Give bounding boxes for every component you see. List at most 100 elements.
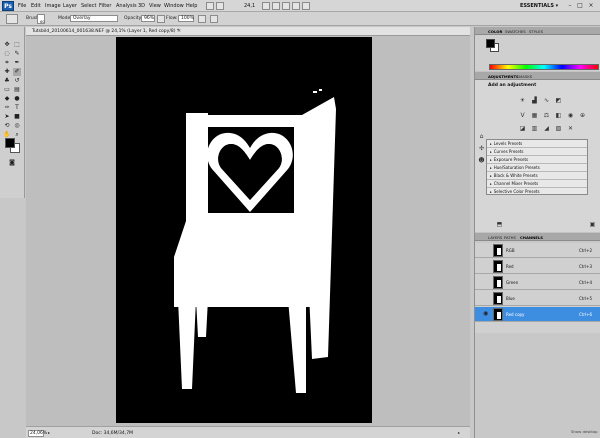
hand-tool-icon[interactable] [262, 2, 270, 10]
channel-row[interactable]: ◉ Red copy Ctrl+6 [475, 307, 600, 322]
document-close-icon[interactable]: × [177, 28, 181, 34]
brightness-contrast-icon[interactable]: ☀ [518, 96, 527, 105]
preset-curves[interactable]: ▸ Curves Presets [487, 148, 587, 156]
brush-tool-icon[interactable]: ✐ [13, 68, 21, 76]
tab-adjustments[interactable]: ADJUSTMENTS [488, 74, 519, 79]
opacity-pressure-icon[interactable] [157, 15, 165, 23]
channel-row[interactable]: Blue Ctrl+5 [475, 291, 600, 306]
eraser-tool-icon[interactable]: ▭ [3, 86, 11, 94]
menu-image[interactable]: Image [45, 3, 61, 9]
gradient-tool-icon[interactable]: ▤ [13, 86, 21, 94]
vibrance-icon[interactable]: V [518, 111, 527, 120]
menu-analysis[interactable]: Analysis [116, 3, 137, 9]
posterize-icon[interactable]: ▥ [530, 124, 539, 133]
close-icon[interactable]: × [587, 2, 595, 9]
visibility-eye-icon[interactable] [483, 279, 489, 285]
selective-color-icon[interactable]: ✕ [566, 124, 575, 133]
color-foreground-swatch[interactable] [486, 39, 495, 48]
opacity-input[interactable]: 96% [141, 15, 155, 22]
zoom-field[interactable]: 24,06% [28, 430, 47, 437]
eyedropper-tool-icon[interactable]: ✒ [13, 59, 21, 67]
scroll-arrow-icon[interactable]: ▸ [456, 429, 462, 437]
rotate-view-icon[interactable] [282, 2, 290, 10]
zoom-tool-icon[interactable] [272, 2, 280, 10]
document-tab[interactable]: Tutsbild_20100614_001638.NEF @ 24,1% (La… [26, 27, 470, 36]
panel-footer-icon-2[interactable]: ▣ [588, 220, 597, 229]
preset-selective-color[interactable]: ▸ Selective Color Presets [487, 188, 587, 196]
blur-tool-icon[interactable]: ◆ [3, 95, 11, 103]
preset-hue-saturation[interactable]: ▸ Hue/Saturation Presets [487, 164, 587, 172]
visibility-eye-icon[interactable]: ◉ [483, 311, 489, 317]
menu-view[interactable]: View [149, 3, 161, 9]
shape-tool-icon[interactable]: ■ [13, 113, 21, 121]
tab-swatches[interactable]: SWATCHES [505, 29, 526, 34]
tab-layers[interactable]: LAYERS [488, 235, 502, 240]
invert-icon[interactable]: ◪ [518, 124, 527, 133]
exposure-icon[interactable]: ◩ [554, 96, 563, 105]
panel-footer-icon-1[interactable]: ⬒ [495, 220, 504, 229]
minimize-icon[interactable]: – [566, 2, 574, 9]
menu-layer[interactable]: Layer [63, 3, 77, 9]
canvas[interactable] [116, 37, 372, 423]
color-spectrum[interactable] [489, 64, 599, 70]
menu-window[interactable]: Window [164, 3, 184, 9]
channel-row[interactable]: Green Ctrl+4 [475, 275, 600, 290]
tab-channels[interactable]: CHANNELS [520, 235, 543, 240]
healing-brush-tool-icon[interactable]: ✚ [3, 68, 11, 76]
flow-input[interactable]: 100% [178, 15, 194, 22]
photo-filter-icon[interactable]: ◉ [566, 111, 575, 120]
panel-side-icon-2[interactable]: ✣ [477, 144, 486, 153]
preset-levels[interactable]: ▸ Levels Presets [487, 140, 587, 148]
tab-color[interactable]: COLOR [488, 29, 502, 34]
channel-mixer-icon[interactable]: ⊕ [578, 111, 587, 120]
mode-select[interactable]: Overlay [70, 15, 118, 22]
menu-help[interactable]: Help [186, 3, 197, 9]
quick-mask-icon[interactable]: ◙ [8, 159, 16, 167]
menu-select[interactable]: Select [81, 3, 96, 9]
menu-edit[interactable]: Edit [31, 3, 41, 9]
maximize-icon[interactable]: □ [576, 2, 584, 9]
levels-icon[interactable]: ▟ [530, 96, 539, 105]
black-white-icon[interactable]: ◧ [554, 111, 563, 120]
visibility-eye-icon[interactable] [483, 247, 489, 253]
channel-row[interactable]: Red Ctrl+3 [475, 259, 600, 274]
foreground-color-swatch[interactable] [5, 138, 15, 148]
3d-rotate-tool-icon[interactable]: ⟲ [3, 122, 11, 130]
curves-icon[interactable]: ∿ [542, 96, 551, 105]
pen-tool-icon[interactable]: ✑ [3, 104, 11, 112]
tablet-pressure-icon[interactable] [210, 15, 218, 23]
move-tool-icon[interactable]: ✥ [3, 41, 11, 49]
arrange-documents-icon[interactable] [292, 2, 300, 10]
crop-tool-icon[interactable]: ⌗ [3, 59, 11, 67]
preset-channel-mixer[interactable]: ▸ Channel Mixer Presets [487, 180, 587, 188]
menu-3d[interactable]: 3D [138, 3, 145, 9]
dodge-tool-icon[interactable]: ● [13, 95, 21, 103]
panel-side-icon-1[interactable]: ⌂ [477, 132, 486, 141]
tab-masks[interactable]: MASKS [519, 74, 532, 79]
tab-paths[interactable]: PATHS [504, 235, 516, 240]
panel-side-icon-3[interactable]: ☻ [477, 156, 486, 165]
tab-styles[interactable]: STYLES [529, 29, 543, 34]
menu-filter[interactable]: Filter [99, 3, 111, 9]
path-selection-tool-icon[interactable]: ➤ [3, 113, 11, 121]
3d-orbit-tool-icon[interactable]: ◎ [13, 122, 21, 130]
preset-black-white[interactable]: ▸ Black & White Presets [487, 172, 587, 180]
status-arrow-icon[interactable]: ▸ [46, 429, 52, 437]
workspace-switcher[interactable]: ESSENTIALS ▾ [520, 3, 558, 9]
gradient-map-icon[interactable]: ▧ [554, 124, 563, 133]
channel-row[interactable]: RGB Ctrl+2 [475, 243, 600, 258]
visibility-eye-icon[interactable] [483, 263, 489, 269]
clone-stamp-tool-icon[interactable]: ♣ [3, 77, 11, 85]
view-extras-icon[interactable] [216, 2, 224, 10]
quick-select-tool-icon[interactable]: ✎ [13, 50, 21, 58]
screen-mode-icon[interactable] [302, 2, 310, 10]
marquee-tool-icon[interactable]: ⬚ [13, 41, 21, 49]
type-tool-icon[interactable]: T [13, 104, 21, 112]
menu-file[interactable]: File [18, 3, 26, 9]
visibility-eye-icon[interactable] [483, 295, 489, 301]
hue-saturation-icon[interactable]: ▦ [530, 111, 539, 120]
launch-bridge-icon[interactable] [206, 2, 214, 10]
zoom-level-readout[interactable]: 24,1 [244, 3, 255, 9]
lasso-tool-icon[interactable]: ◌ [3, 50, 11, 58]
history-brush-tool-icon[interactable]: ↺ [13, 77, 21, 85]
